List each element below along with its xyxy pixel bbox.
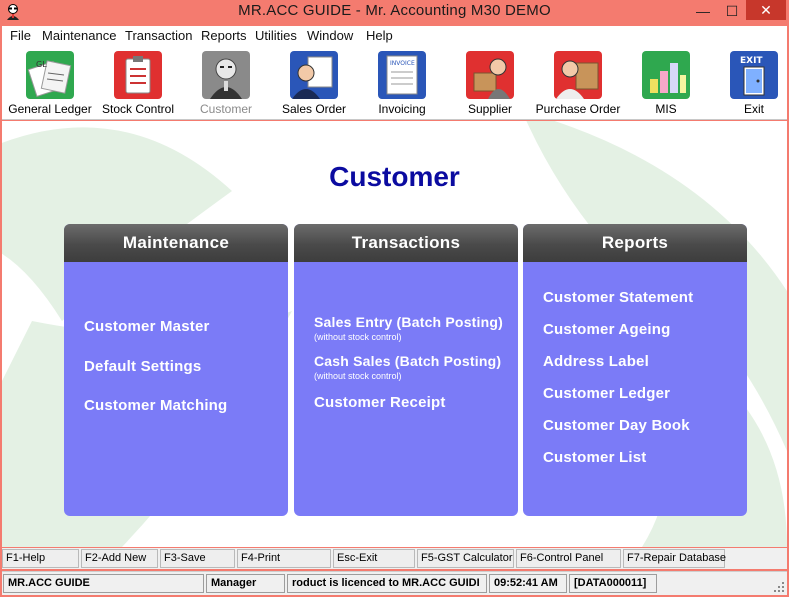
- status-licence: roduct is licenced to MR.ACC GUIDI: [287, 574, 487, 593]
- f7-repair-database-key[interactable]: F7-Repair Database: [623, 549, 726, 568]
- function-key-bar: F1-Help F2-Add New F3-Save F4-Print Esc-…: [2, 548, 787, 569]
- menu-help[interactable]: Help: [366, 28, 393, 43]
- transactions-panel-header: Transactions: [294, 224, 518, 262]
- menu-window[interactable]: Window: [307, 28, 353, 43]
- customer-ledger-link[interactable]: Customer Ledger: [543, 385, 670, 402]
- reports-panel-header: Reports: [523, 224, 747, 262]
- customer-module-page: Customer Maintenance Customer Master Def…: [2, 121, 787, 547]
- invoicing-button[interactable]: INVOICE Invoicing: [357, 45, 447, 119]
- cash-sales-note: (without stock control): [314, 371, 402, 381]
- resize-grip-icon[interactable]: [773, 581, 785, 593]
- f1-help-key[interactable]: F1-Help: [2, 549, 79, 568]
- f6-control-panel-key[interactable]: F6-Control Panel: [516, 549, 621, 568]
- maximize-button[interactable]: ☐: [718, 0, 746, 22]
- purchase-order-button[interactable]: Purchase Order: [533, 45, 623, 119]
- mis-label: MIS: [655, 102, 677, 116]
- sales-order-label: Sales Order: [281, 102, 347, 116]
- menu-bar: File Maintenance Transaction Reports Uti…: [2, 26, 787, 45]
- customer-day-book-link[interactable]: Customer Day Book: [543, 417, 690, 434]
- menu-maintenance[interactable]: Maintenance: [42, 28, 116, 43]
- close-button[interactable]: ✕: [746, 0, 786, 20]
- reports-panel: Reports Customer Statement Customer Agei…: [523, 224, 747, 516]
- sales-order-button[interactable]: Sales Order: [269, 45, 359, 119]
- mis-icon: [642, 51, 690, 99]
- f2-add-new-key[interactable]: F2-Add New: [81, 549, 158, 568]
- sales-entry-batch-link[interactable]: Sales Entry (Batch Posting): [314, 314, 503, 330]
- page-title: Customer: [329, 161, 460, 192]
- svg-text:GL: GL: [36, 60, 47, 69]
- menu-utilities[interactable]: Utilities: [255, 28, 297, 43]
- customer-matching-link[interactable]: Customer Matching: [84, 397, 227, 414]
- svg-text:EXIT: EXIT: [740, 56, 763, 66]
- customer-icon: [202, 51, 250, 99]
- customer-master-link[interactable]: Customer Master: [84, 318, 210, 335]
- customer-list-link[interactable]: Customer List: [543, 449, 646, 466]
- cash-sales-batch-link[interactable]: Cash Sales (Batch Posting): [314, 353, 501, 369]
- supplier-label: Supplier: [467, 102, 513, 116]
- f5-gst-calculator-key[interactable]: F5-GST Calculator: [417, 549, 514, 568]
- status-user: Manager: [206, 574, 285, 593]
- menu-transaction[interactable]: Transaction: [125, 28, 192, 43]
- title-bar[interactable]: MR.ACC GUIDE - Mr. Accounting M30 DEMO —…: [0, 0, 789, 25]
- invoicing-label: Invoicing: [378, 102, 426, 116]
- exit-label: Exit: [743, 102, 764, 116]
- transactions-panel: Transactions Sales Entry (Batch Posting)…: [294, 224, 518, 516]
- default-settings-link[interactable]: Default Settings: [84, 358, 201, 375]
- mis-button[interactable]: MIS: [621, 45, 711, 119]
- esc-exit-key[interactable]: Esc-Exit: [333, 549, 415, 568]
- f4-print-key[interactable]: F4-Print: [237, 549, 331, 568]
- invoicing-icon: INVOICE: [378, 51, 426, 99]
- supplier-icon: [466, 51, 514, 99]
- customer-label: Customer: [199, 102, 252, 116]
- application-window: MR.ACC GUIDE - Mr. Accounting M30 DEMO —…: [0, 0, 789, 597]
- maintenance-panel: Maintenance Customer Master Default Sett…: [64, 224, 288, 516]
- general-ledger-icon: GL: [26, 51, 74, 99]
- stock-control-icon: [114, 51, 162, 99]
- purchase-order-label: Purchase Order: [535, 102, 621, 116]
- exit-icon: EXIT: [730, 51, 778, 99]
- supplier-button[interactable]: Supplier: [445, 45, 535, 119]
- general-ledger-button[interactable]: GL General Ledger: [5, 45, 95, 119]
- purchase-order-icon: [554, 51, 602, 99]
- menu-file[interactable]: File: [10, 28, 31, 43]
- svg-text:INVOICE: INVOICE: [390, 60, 415, 67]
- customer-ageing-link[interactable]: Customer Ageing: [543, 321, 670, 338]
- window-title: MR.ACC GUIDE - Mr. Accounting M30 DEMO: [238, 2, 551, 19]
- stock-control-button[interactable]: Stock Control: [93, 45, 183, 119]
- customer-button[interactable]: Customer: [181, 45, 271, 119]
- sales-entry-note: (without stock control): [314, 332, 402, 342]
- f3-save-key[interactable]: F3-Save: [160, 549, 235, 568]
- status-company: MR.ACC GUIDE: [3, 574, 204, 593]
- maintenance-panel-header: Maintenance: [64, 224, 288, 262]
- module-toolbar: GL General Ledger Stock Control Customer…: [2, 45, 787, 120]
- minimize-button[interactable]: —: [688, 0, 718, 22]
- status-time: 09:52:41 AM: [489, 574, 567, 593]
- customer-receipt-link[interactable]: Customer Receipt: [314, 394, 446, 411]
- general-ledger-label: General Ledger: [8, 102, 92, 116]
- address-label-link[interactable]: Address Label: [543, 353, 649, 370]
- menu-reports[interactable]: Reports: [201, 28, 247, 43]
- exit-button[interactable]: EXIT Exit: [709, 45, 789, 119]
- status-data-folder: [DATA000011]: [569, 574, 657, 593]
- sales-order-icon: [290, 51, 338, 99]
- stock-control-label: Stock Control: [101, 102, 175, 116]
- customer-statement-link[interactable]: Customer Statement: [543, 289, 693, 306]
- status-bar: MR.ACC GUIDE Manager roduct is licenced …: [2, 571, 787, 595]
